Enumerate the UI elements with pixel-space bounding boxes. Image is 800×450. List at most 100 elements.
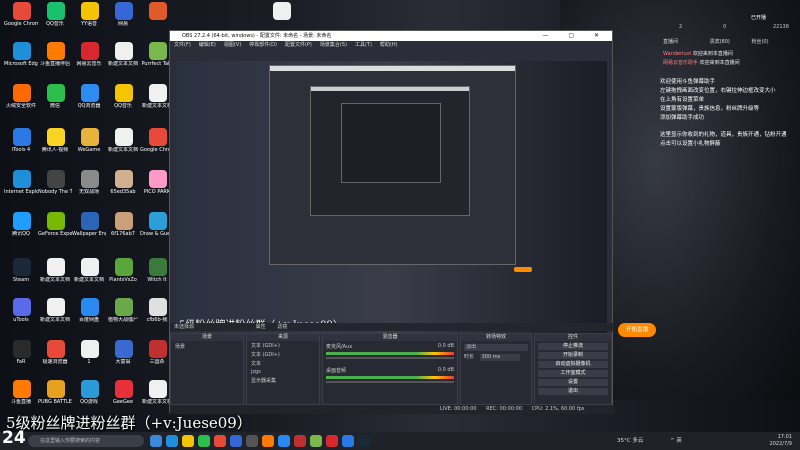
desktop-icon[interactable]: 大富翁 bbox=[106, 338, 140, 372]
desktop-icon[interactable]: 网易 bbox=[106, 0, 140, 34]
desktop-icon[interactable]: 1 bbox=[72, 338, 106, 372]
desktop-icon[interactable]: 6f176ab7 bbox=[106, 210, 140, 244]
weather-widget[interactable]: 35°C 多云 bbox=[617, 436, 643, 444]
info-line: 设置蒙版弹幕，贵族信息，粉丝牌升级等 bbox=[660, 106, 760, 112]
douyu-taskbar-icon[interactable] bbox=[262, 435, 274, 447]
control-button[interactable]: 退出 bbox=[538, 388, 608, 395]
desktop-icon[interactable]: QQ音乐 bbox=[106, 82, 140, 116]
app-taskbar-icon[interactable] bbox=[294, 435, 306, 447]
desktop-icon[interactable]: QQ音乐 bbox=[38, 0, 72, 34]
desktop-icon[interactable]: QQ浏览器 bbox=[72, 82, 106, 116]
desktop-icon[interactable]: 无双战场 bbox=[72, 168, 106, 202]
volume-slider[interactable] bbox=[326, 357, 454, 359]
properties-button[interactable]: 属性 bbox=[256, 324, 266, 330]
transition-select[interactable]: 淡出 bbox=[464, 344, 528, 351]
tab-room[interactable]: 直播间 bbox=[663, 39, 678, 45]
desktop-icon[interactable]: Microsoft Edge bbox=[4, 40, 38, 74]
source-item[interactable]: 文本 (GDI+) bbox=[247, 350, 319, 359]
desktop-icon-label: 微信 bbox=[49, 103, 60, 109]
desktop-icon[interactable]: Internet Explorer bbox=[4, 168, 38, 202]
desktop-icon[interactable]: 新建文本文档 bbox=[38, 296, 72, 330]
store-taskbar-icon[interactable] bbox=[230, 435, 242, 447]
desktop-icon[interactable]: uTools bbox=[4, 296, 38, 330]
control-button[interactable]: 启动虚拟摄像机 bbox=[538, 361, 608, 368]
desktop-icon[interactable]: FaR bbox=[4, 338, 38, 372]
explorer-taskbar-icon[interactable] bbox=[182, 435, 194, 447]
desktop-icon[interactable]: iTools 4 bbox=[4, 126, 38, 160]
window-controls[interactable]: — ▢ ✕ bbox=[542, 31, 608, 41]
source-item[interactable]: jzgs bbox=[247, 368, 319, 376]
desktop-icon[interactable]: GeForce Experience bbox=[38, 210, 72, 244]
desktop-icon[interactable] bbox=[264, 0, 298, 34]
duration-input[interactable]: 300 ms bbox=[479, 354, 520, 361]
volume-slider[interactable] bbox=[326, 381, 454, 383]
taskbar-search-input[interactable]: 在这里输入你要搜索的内容 bbox=[28, 435, 144, 447]
tray-icons[interactable]: ^ 英 bbox=[670, 436, 682, 444]
control-button[interactable]: 工作室模式 bbox=[538, 370, 608, 377]
desktop-icon[interactable]: 微信 bbox=[38, 82, 72, 116]
source-item[interactable]: 文本 bbox=[247, 359, 319, 368]
desktop-icon[interactable]: 新建文本文档 bbox=[38, 256, 72, 290]
task-view-icon[interactable] bbox=[150, 435, 162, 447]
desktop-icon[interactable]: Nobody The Turna bbox=[38, 168, 72, 202]
app-taskbar-icon[interactable] bbox=[342, 435, 354, 447]
desktop-icon[interactable]: Steam bbox=[4, 256, 38, 290]
desktop-icon[interactable]: 极速浏览器 bbox=[38, 338, 72, 372]
desktop-icon[interactable]: 斗鱼直播伴侣 bbox=[38, 40, 72, 74]
desktop-icon[interactable]: WeGame bbox=[72, 126, 106, 160]
desktop-icon[interactable]: GeeGee bbox=[106, 378, 140, 412]
obs-menu-item[interactable]: 场景集合(S) bbox=[320, 42, 347, 48]
wechat-taskbar-icon[interactable] bbox=[198, 435, 210, 447]
netease-taskbar-icon[interactable] bbox=[326, 435, 338, 447]
desktop-icon-label: GeForce Experience bbox=[38, 231, 72, 237]
desktop-icon[interactable]: Wallpaper Engine bbox=[72, 210, 106, 244]
obs-menu-item[interactable]: 编辑(E) bbox=[199, 42, 216, 48]
clock[interactable]: 17:01 2022/7/9 bbox=[770, 434, 792, 448]
obs-preview[interactable]: 5级粉丝牌进粉丝群（+v:Juese09） bbox=[176, 61, 607, 334]
start-live-button[interactable]: 开始直播 bbox=[618, 323, 656, 337]
desktop-icon[interactable]: 新建文本文档 bbox=[106, 40, 140, 74]
obs-menu-item[interactable]: 配置文件(P) bbox=[285, 42, 312, 48]
desktop-icon[interactable]: Google Chrome bbox=[4, 0, 38, 34]
control-button[interactable]: 停止推流 bbox=[538, 343, 608, 350]
source-item[interactable]: 文本 (GDI+) bbox=[247, 341, 319, 350]
steam-taskbar-icon[interactable] bbox=[358, 435, 370, 447]
app-icon bbox=[115, 380, 133, 398]
obs-menu-item[interactable]: 帮助(H) bbox=[380, 42, 398, 48]
app-icon bbox=[81, 258, 99, 276]
tab-vip[interactable]: 贵宾(80) bbox=[710, 39, 730, 45]
nested-obs-preview-2 bbox=[310, 86, 470, 216]
desktop-icon[interactable]: 新建文本文档 bbox=[106, 126, 140, 160]
desktop-icon[interactable]: 百度网盘 bbox=[72, 296, 106, 330]
desktop-icon[interactable]: 斗鱼直播 bbox=[4, 378, 38, 412]
filters-button[interactable]: 滤镜 bbox=[277, 324, 287, 330]
desktop-icon[interactable] bbox=[140, 0, 174, 34]
desktop-icon[interactable]: 火绒安全软件 bbox=[4, 82, 38, 116]
qq-taskbar-icon[interactable] bbox=[278, 435, 290, 447]
obs-menu-item[interactable]: 停靠部件(D) bbox=[249, 42, 277, 48]
desktop-icon[interactable]: PUBG BATTLEGROUNDS bbox=[38, 378, 72, 412]
source-item[interactable]: 显示器采集 bbox=[247, 376, 319, 385]
control-button[interactable]: 设置 bbox=[538, 379, 608, 386]
chrome-taskbar-icon[interactable] bbox=[214, 435, 226, 447]
obs-menu-item[interactable]: 文件(F) bbox=[174, 42, 191, 48]
app-icon bbox=[81, 128, 99, 146]
control-button[interactable]: 开始录制 bbox=[538, 352, 608, 359]
scene-item[interactable]: 场景 bbox=[171, 341, 243, 352]
obs-taskbar-icon[interactable] bbox=[246, 435, 258, 447]
desktop-icon[interactable]: PlantsVsZo bbox=[106, 256, 140, 290]
desktop-icon[interactable]: 腾讯QQ bbox=[4, 210, 38, 244]
app-taskbar-icon[interactable] bbox=[310, 435, 322, 447]
desktop-icon[interactable]: 腾讯人·视频 bbox=[38, 126, 72, 160]
desktop-icon[interactable]: 植物大战僵尸 bbox=[106, 296, 140, 330]
obs-menu-item[interactable]: 视图(V) bbox=[224, 42, 241, 48]
app-icon bbox=[115, 212, 133, 230]
obs-menu-item[interactable]: 工具(T) bbox=[355, 42, 372, 48]
desktop-icon[interactable]: YY语音 bbox=[72, 0, 106, 34]
desktop-icon[interactable]: 网易云音乐 bbox=[72, 40, 106, 74]
desktop-icon[interactable]: 65ed35ab bbox=[106, 168, 140, 202]
desktop-icon[interactable]: 新建文本文档 bbox=[72, 256, 106, 290]
desktop-icon[interactable]: QQ游戏 bbox=[72, 378, 106, 412]
tab-fans[interactable]: 粉丝(0) bbox=[751, 39, 768, 45]
edge-taskbar-icon[interactable] bbox=[166, 435, 178, 447]
